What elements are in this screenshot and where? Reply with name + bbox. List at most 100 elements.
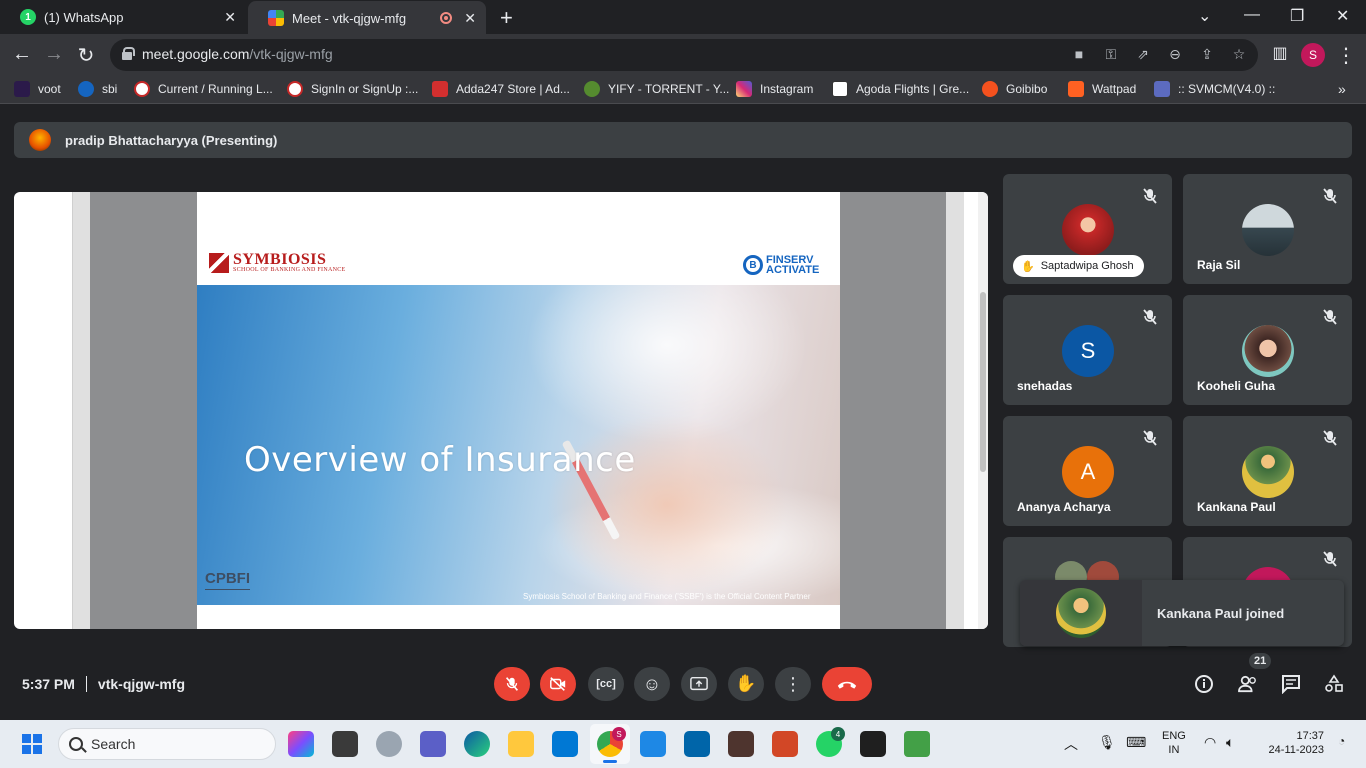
mic-toggle-button[interactable] bbox=[494, 667, 530, 701]
bookmark-signin[interactable]: SignIn or SignUp :... bbox=[287, 81, 418, 97]
copilot-preview-icon[interactable] bbox=[288, 731, 314, 757]
yify-icon bbox=[584, 81, 600, 97]
bookmark-agoda[interactable]: Agoda Flights | Gre... bbox=[832, 81, 969, 97]
meeting-info-button[interactable] bbox=[1192, 672, 1216, 696]
raise-hand-button[interactable]: ✋ bbox=[728, 667, 764, 701]
participant-tile[interactable]: S snehadas bbox=[1003, 295, 1172, 405]
start-button[interactable] bbox=[22, 734, 42, 754]
menu-kebab-icon[interactable]: ⋮ bbox=[1334, 43, 1358, 68]
zoom-icon[interactable]: ⊖ bbox=[1166, 46, 1184, 63]
avatar: A bbox=[1062, 446, 1114, 498]
wifi-icon[interactable]: ◠ bbox=[1204, 734, 1216, 751]
media-app-icon[interactable] bbox=[728, 731, 754, 757]
widgets-icon[interactable] bbox=[376, 731, 402, 757]
close-tab-icon[interactable]: ✕ bbox=[464, 10, 476, 27]
symbiosis-emblem-icon bbox=[209, 253, 229, 273]
present-screen-button[interactable] bbox=[681, 667, 717, 701]
mail-icon[interactable] bbox=[552, 731, 578, 757]
camera-in-use-icon[interactable]: ■ bbox=[1070, 46, 1088, 62]
tab-search-chevron-icon[interactable]: ⌄ bbox=[1198, 6, 1211, 26]
slide-header: SYMBIOSIS SCHOOL OF BANKING AND FINANCE … bbox=[197, 192, 840, 285]
bookmark-instagram[interactable]: Instagram bbox=[736, 81, 813, 97]
participant-tile[interactable]: Kankana Paul bbox=[1183, 416, 1352, 526]
participant-tile[interactable]: Raja Sil bbox=[1183, 174, 1352, 284]
bookmark-adda247[interactable]: Adda247 Store | Ad... bbox=[432, 81, 570, 97]
vscode-icon[interactable] bbox=[684, 731, 710, 757]
keyboard-icon[interactable]: ⌨ bbox=[1126, 734, 1146, 751]
close-tab-icon[interactable]: ✕ bbox=[224, 9, 236, 26]
bookmark-current-running[interactable]: Current / Running L... bbox=[134, 81, 273, 97]
slide-corner-label: CPBFI bbox=[205, 570, 250, 590]
edge-icon[interactable] bbox=[464, 731, 490, 757]
meeting-time: 5:37 PM bbox=[22, 676, 75, 692]
meeting-details: 5:37 PM vtk-qjgw-mfg bbox=[22, 676, 185, 692]
whatsapp-unread-badge: 4 bbox=[831, 727, 845, 741]
bookmark-voot[interactable]: voot bbox=[14, 81, 61, 97]
bookmark-yify[interactable]: YIFY - TORRENT - Y... bbox=[584, 81, 729, 97]
forward-button[interactable]: → bbox=[42, 43, 66, 66]
tab-whatsapp[interactable]: 1 (1) WhatsApp ✕ bbox=[0, 0, 246, 34]
key-icon[interactable]: ⚿ bbox=[1102, 46, 1120, 63]
remote-desktop-icon[interactable] bbox=[640, 731, 666, 757]
presenter-banner: pradip Bhattacharyya (Presenting) bbox=[14, 122, 1352, 158]
url-text[interactable]: meet.google.com/vtk-qjgw-mfg bbox=[142, 46, 333, 62]
notification-text: Kankana Paul joined bbox=[1157, 606, 1285, 621]
system-clock[interactable]: 17:37 24-11-2023 bbox=[1258, 729, 1324, 757]
input-language[interactable]: ENG IN bbox=[1162, 729, 1186, 757]
profile-avatar[interactable]: S bbox=[1301, 43, 1325, 67]
mic-off-icon bbox=[505, 677, 519, 691]
camera-toggle-button[interactable] bbox=[540, 667, 576, 701]
minimize-button[interactable]: — bbox=[1244, 6, 1260, 24]
join-notification: Kankana Paul joined bbox=[1020, 580, 1344, 646]
notification-bell-icon[interactable]: ◔ bbox=[1338, 734, 1345, 748]
chat-button[interactable] bbox=[1279, 672, 1303, 696]
bookmark-wattpad[interactable]: Wattpad bbox=[1068, 81, 1136, 97]
wattpad-icon bbox=[1068, 81, 1084, 97]
new-tab-button[interactable]: + bbox=[500, 5, 513, 31]
camera-off-icon bbox=[550, 677, 566, 691]
powerpoint-icon[interactable] bbox=[772, 731, 798, 757]
taskbar-search[interactable]: Search bbox=[58, 728, 276, 760]
bookmark-svmcm[interactable]: :: SVMCM(V4.0) :: bbox=[1154, 81, 1275, 97]
nodejs-icon[interactable] bbox=[904, 731, 930, 757]
emoji-icon: ☺ bbox=[642, 673, 662, 694]
pdf-scroll-thumb[interactable] bbox=[980, 292, 986, 472]
participant-tile[interactable]: Kooheli Guha bbox=[1183, 295, 1352, 405]
avatar bbox=[1242, 446, 1294, 498]
shared-screen[interactable]: SYMBIOSIS SCHOOL OF BANKING AND FINANCE … bbox=[14, 192, 988, 629]
close-window-button[interactable]: ✕ bbox=[1336, 6, 1349, 26]
address-bar[interactable]: meet.google.com/vtk-qjgw-mfg ■ ⚿ ⇗ ⊖ ⇪ ☆ bbox=[110, 39, 1258, 71]
participant-name: Kooheli Guha bbox=[1197, 379, 1275, 393]
bookmarks-overflow-button[interactable]: » bbox=[1338, 81, 1346, 97]
show-hidden-icons-chevron-icon[interactable]: ︿ bbox=[1064, 734, 1078, 754]
back-button[interactable]: ← bbox=[10, 43, 34, 66]
open-in-app-icon[interactable]: ⇗ bbox=[1134, 46, 1152, 63]
participant-tile[interactable]: ✋ Saptadwipa Ghosh bbox=[1003, 174, 1172, 284]
bookmark-goibibo[interactable]: Goibibo bbox=[982, 81, 1047, 97]
file-explorer-icon[interactable] bbox=[508, 731, 534, 757]
leave-call-button[interactable] bbox=[822, 667, 872, 701]
task-view-icon[interactable] bbox=[332, 731, 358, 757]
volume-icon[interactable]: 🔈︎ bbox=[1226, 734, 1234, 751]
teams-chat-icon[interactable] bbox=[420, 731, 446, 757]
reactions-button[interactable]: ☺ bbox=[634, 667, 670, 701]
side-panel-icon[interactable]: ▥ bbox=[1268, 43, 1292, 63]
captions-button[interactable]: [cc] bbox=[588, 667, 624, 701]
bookmark-sbi[interactable]: sbi bbox=[78, 81, 117, 97]
graduation-cap-icon bbox=[1154, 81, 1170, 97]
avatar bbox=[1062, 204, 1114, 256]
reload-button[interactable]: ↻ bbox=[74, 43, 98, 68]
bookmark-star-icon[interactable]: ☆ bbox=[1230, 46, 1248, 63]
people-button[interactable] bbox=[1236, 672, 1260, 696]
meeting-controls-bar: 5:37 PM vtk-qjgw-mfg [cc] ☺ ✋ ⋮ 21 bbox=[0, 653, 1366, 720]
participant-tile[interactable]: A Ananya Acharya bbox=[1003, 416, 1172, 526]
microphone-icon[interactable]: 🎙︎ bbox=[1098, 734, 1116, 751]
participant-name: Kankana Paul bbox=[1197, 500, 1276, 514]
terminal-icon[interactable] bbox=[860, 731, 886, 757]
share-icon[interactable]: ⇪ bbox=[1198, 46, 1216, 63]
tab-meet[interactable]: Meet - vtk-qjgw-mfg ✕ bbox=[248, 1, 486, 35]
restore-button[interactable]: ❐ bbox=[1290, 6, 1304, 26]
more-options-button[interactable]: ⋮ bbox=[775, 667, 811, 701]
instagram-icon bbox=[736, 81, 752, 97]
activities-button[interactable] bbox=[1322, 672, 1346, 696]
